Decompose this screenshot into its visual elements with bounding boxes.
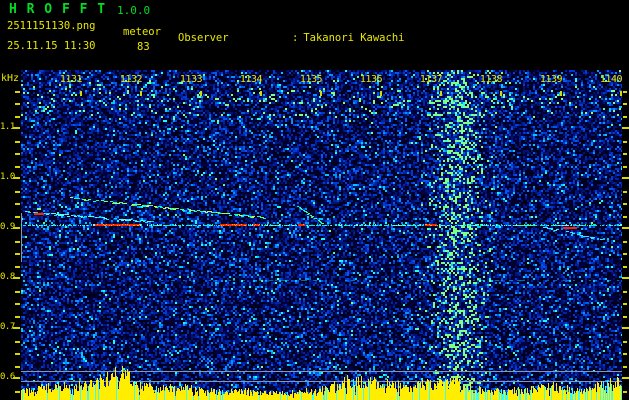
- time-tick-label: 1133: [179, 74, 203, 85]
- freq-minor-tick-left: [15, 153, 20, 155]
- app-version: 1.0.0: [117, 4, 151, 17]
- time-tick-label: 1132: [119, 74, 143, 85]
- freq-minor-tick-left: [15, 341, 20, 343]
- freq-minor-tick-right: [623, 366, 627, 368]
- time-tick-label: 1131: [59, 74, 83, 85]
- freq-minor-tick-right: [623, 91, 627, 93]
- time-minute-tick: [260, 91, 262, 96]
- freq-minor-tick-left: [15, 316, 20, 318]
- datetime-label: 25.11.15 11:30: [7, 40, 96, 52]
- freq-minor-tick-right: [623, 116, 627, 118]
- freq-minor-tick-left: [15, 141, 20, 143]
- freq-minor-tick-right: [623, 391, 627, 393]
- freq-tick-label: 0.6: [0, 372, 15, 382]
- echo-count: 83: [137, 41, 150, 53]
- freq-minor-tick-left: [15, 291, 20, 293]
- time-tick-label: 1138: [479, 74, 503, 85]
- time-minute-tick: [200, 91, 202, 96]
- freq-minor-tick-left: [15, 253, 20, 255]
- freq-major-tick-left: [13, 227, 20, 229]
- freq-major-tick-left: [13, 327, 20, 329]
- app-title: H R O F F T: [9, 2, 107, 17]
- time-minute-tick: [140, 91, 142, 96]
- time-minute-tick: [440, 91, 442, 96]
- freq-minor-tick-right: [623, 141, 627, 143]
- frequency-axis-unit: kHz: [1, 73, 20, 84]
- freq-minor-tick-left: [15, 353, 20, 355]
- time-tick-label: 1137: [419, 74, 443, 85]
- freq-minor-tick-right: [623, 203, 627, 205]
- freq-minor-tick-right: [623, 103, 627, 105]
- freq-minor-tick-left: [15, 303, 20, 305]
- freq-minor-tick-right: [623, 341, 627, 343]
- freq-tick-label: 0.8: [0, 272, 15, 282]
- time-minute-tick: [620, 91, 622, 96]
- freq-minor-tick-left: [15, 91, 20, 93]
- freq-major-tick-right: [622, 327, 629, 329]
- freq-minor-tick-right: [623, 241, 627, 243]
- freq-tick-label: 0.9: [0, 222, 15, 232]
- freq-major-tick-right: [622, 127, 629, 129]
- freq-major-tick-left: [13, 177, 20, 179]
- file-name: 2511151130.png: [7, 20, 96, 32]
- freq-minor-tick-left: [15, 241, 20, 243]
- hrofft-window: H R O F F T 1.0.0 2511151130.png meteor …: [0, 0, 629, 400]
- time-tick-label: 1140: [599, 74, 623, 85]
- time-tick-label: 1135: [299, 74, 323, 85]
- freq-minor-tick-right: [623, 266, 627, 268]
- time-tick-label: 1136: [359, 74, 383, 85]
- time-minute-tick: [320, 91, 322, 96]
- time-minute-tick: [380, 91, 382, 96]
- freq-minor-tick-left: [15, 191, 20, 193]
- freq-minor-tick-right: [623, 291, 627, 293]
- freq-minor-tick-right: [623, 153, 627, 155]
- time-minute-tick: [560, 91, 562, 96]
- freq-major-tick-right: [622, 227, 629, 229]
- freq-minor-tick-right: [623, 253, 627, 255]
- freq-tick-label: 0.7: [0, 322, 15, 332]
- freq-minor-tick-right: [623, 353, 627, 355]
- freq-major-tick-right: [622, 277, 629, 279]
- freq-minor-tick-right: [623, 216, 627, 218]
- freq-major-tick-left: [13, 127, 20, 129]
- freq-major-tick-left: [13, 277, 20, 279]
- freq-minor-tick-left: [15, 266, 20, 268]
- freq-minor-tick-right: [623, 316, 627, 318]
- freq-minor-tick-left: [15, 166, 20, 168]
- freq-minor-tick-right: [623, 191, 627, 193]
- freq-minor-tick-left: [15, 366, 20, 368]
- time-minute-tick: [80, 91, 82, 96]
- time-minute-tick: [500, 91, 502, 96]
- info-label: Observer: [178, 32, 229, 44]
- freq-minor-tick-left: [15, 203, 20, 205]
- freq-minor-tick-right: [623, 166, 627, 168]
- mode-label: meteor: [123, 26, 161, 38]
- freq-minor-tick-left: [15, 391, 20, 393]
- time-tick-label: 1139: [539, 74, 563, 85]
- info-value: Takanori Kawachi: [303, 32, 405, 44]
- spectrogram-canvas: [21, 70, 622, 400]
- freq-major-tick-right: [622, 177, 629, 179]
- freq-minor-tick-left: [15, 103, 20, 105]
- freq-major-tick-left: [13, 377, 20, 379]
- info-row-observer: Observer : Takanori Kawachi: [178, 32, 531, 45]
- freq-tick-label: 1.0: [0, 172, 15, 182]
- freq-minor-tick-left: [15, 116, 20, 118]
- freq-tick-label: 1.1: [0, 122, 15, 132]
- time-tick-label: 1134: [239, 74, 263, 85]
- freq-major-tick-right: [622, 377, 629, 379]
- info-separator: :: [292, 32, 299, 44]
- freq-minor-tick-left: [15, 216, 20, 218]
- freq-minor-tick-right: [623, 303, 627, 305]
